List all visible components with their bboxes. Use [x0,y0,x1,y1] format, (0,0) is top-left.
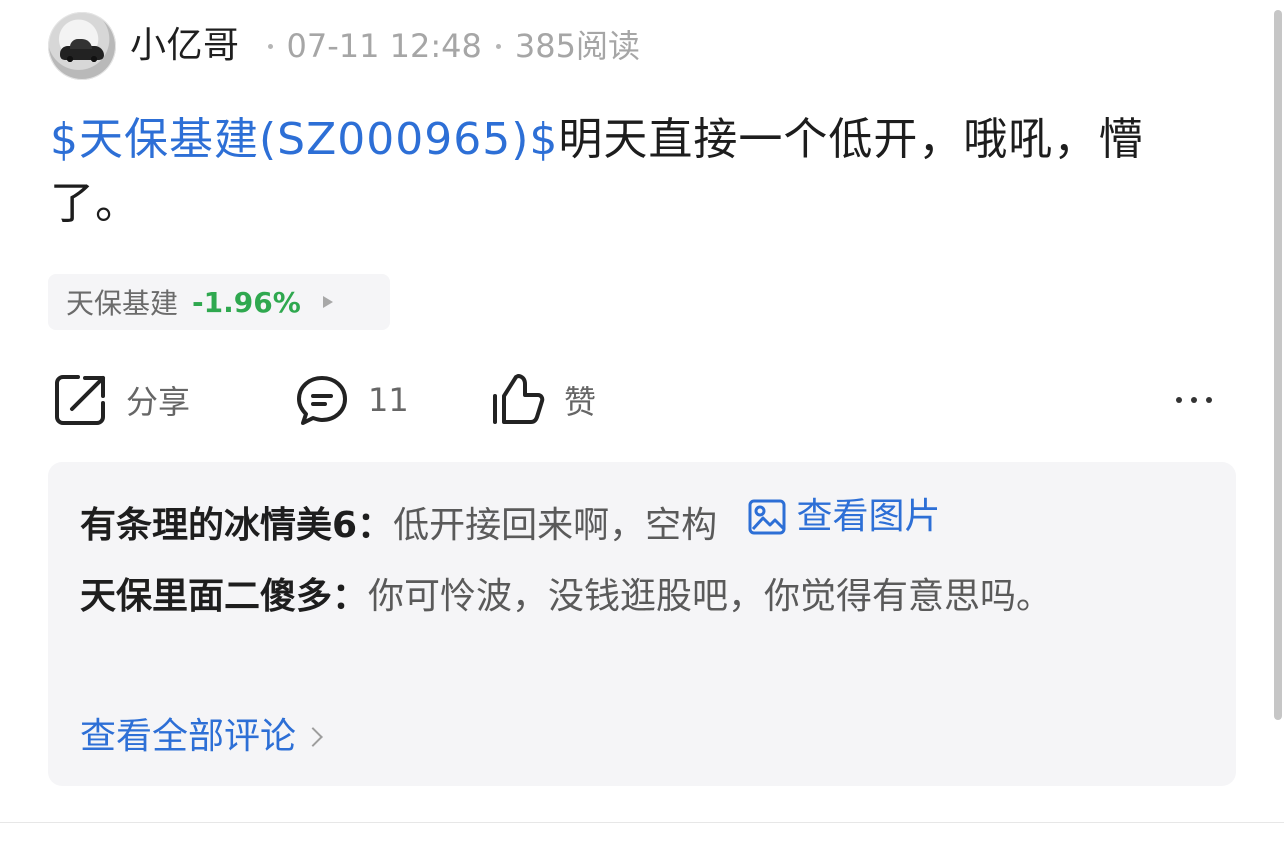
stock-quote-chip[interactable]: 天保基建 -1.96% [48,274,390,330]
post-meta: 07-11 12:48 385阅读 [254,24,640,68]
view-all-comments-label: 查看全部评论 [80,716,297,757]
car-image [60,39,104,63]
thumbs-up-icon [493,374,545,424]
comment-text: 你可怜波，没钱逛股吧，你觉得有意思吗。 [368,576,1053,617]
comment-button[interactable]: 11 [294,372,409,428]
share-button[interactable]: 分享 [54,372,190,428]
image-icon [748,499,786,535]
share-icon [55,375,105,425]
separator-dot [267,43,273,49]
comments-preview: 有条理的冰情美6：低开接回来啊，空构 查看图片 天保里面二傻多：你可怜波，没钱逛… [48,462,1236,786]
chevron-right-icon [303,727,323,747]
share-label: 分享 [126,383,191,421]
comment-text: 低开接回来啊，空构 [393,505,718,546]
stock-link[interactable]: $天保基建(SZ000965)$ [50,114,558,165]
scrollbar[interactable] [1274,10,1282,720]
view-image-label: 查看图片 [796,496,941,537]
comment-item[interactable]: 有条理的冰情美6：低开接回来啊，空构 查看图片 [80,482,1200,561]
like-label: 赞 [564,383,597,421]
post-time: 07-11 12:48 [286,27,482,65]
post-header: 小亿哥 07-11 12:48 385阅读 [48,12,640,80]
action-bar: 分享 11 赞 [54,372,1234,428]
view-all-comments-link[interactable]: 查看全部评论 [80,712,323,762]
comment-item[interactable]: 天保里面二傻多：你可怜波，没钱逛股吧，你觉得有意思吗。 [80,562,1200,632]
comment-user[interactable]: 天保里面二傻多： [80,576,368,617]
author-name[interactable]: 小亿哥 [130,24,240,68]
stock-change: -1.96% [192,285,301,319]
avatar[interactable] [48,12,116,80]
post-divider [0,822,1284,823]
separator-dot [495,43,501,49]
comment-user[interactable]: 有条理的冰情美6： [80,505,393,546]
read-count: 385阅读 [514,27,640,65]
like-button[interactable]: 赞 [490,372,596,428]
comment-count: 11 [368,381,409,419]
post-content: $天保基建(SZ000965)$明天直接一个低开，哦吼，懵了。 [50,108,1210,236]
stock-name: 天保基建 [66,287,179,320]
more-icon [1176,397,1212,403]
more-button[interactable] [1176,372,1212,428]
comment-icon [297,376,347,425]
view-image-link[interactable]: 查看图片 [747,482,941,552]
play-arrow-icon [322,296,333,308]
